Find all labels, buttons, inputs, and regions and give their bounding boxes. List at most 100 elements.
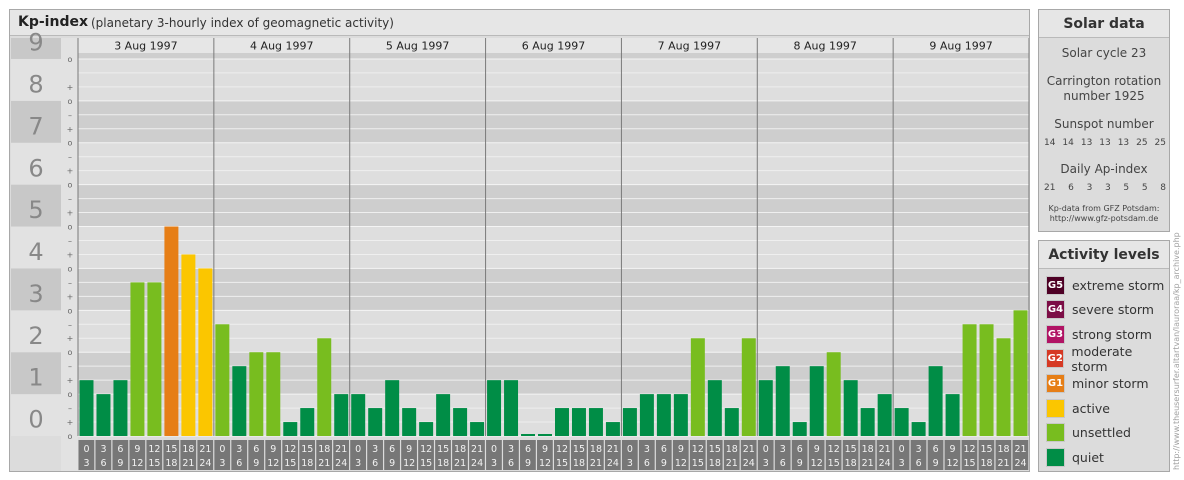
- legend-label: extreme storm: [1072, 277, 1165, 293]
- interval-end-label: 21: [997, 458, 1009, 469]
- third-mark: o: [68, 432, 73, 441]
- legend-swatch: G1: [1046, 373, 1065, 393]
- interval-start-label: 9: [678, 444, 684, 455]
- ap-value: 5: [1123, 183, 1130, 193]
- kp-bar: [130, 282, 145, 436]
- kp-bar: [741, 338, 756, 436]
- interval-end-label: 9: [253, 458, 259, 469]
- interval-end-label: 12: [947, 458, 959, 469]
- interval-end-label: 9: [525, 458, 531, 469]
- kp-bar: [877, 394, 892, 436]
- legend-item-extreme-storm: G5 extreme storm: [1046, 275, 1164, 295]
- sunspot-value: 13: [1099, 138, 1111, 148]
- third-mark: +: [67, 209, 74, 218]
- ap-title: Daily Ap-index: [1060, 162, 1148, 176]
- kp-bar: [809, 366, 824, 436]
- interval-end-label: 6: [508, 458, 514, 469]
- kp-bar: [775, 366, 790, 436]
- sunspot-value: 14: [1044, 138, 1056, 148]
- interval-end-label: 24: [199, 458, 211, 469]
- source-link[interactable]: http://www.gfz-potsdam.de: [1039, 214, 1169, 224]
- third-mark: –: [68, 320, 72, 329]
- interval-start-label: 18: [726, 444, 738, 455]
- activity-levels-panel: Activity levels G5 extreme storm G4 severe …: [1038, 240, 1170, 472]
- kp-bar: [673, 394, 688, 436]
- kp-bar: [639, 394, 654, 436]
- kp-bar: [928, 366, 943, 436]
- interval-end-label: 15: [420, 458, 432, 469]
- kp-bar: [419, 422, 434, 436]
- solar-cycle: Solar cycle 23: [1061, 46, 1147, 60]
- third-mark: o: [68, 390, 73, 399]
- interval-end-label: 24: [879, 458, 891, 469]
- interval-end-label: 12: [131, 458, 143, 469]
- kp-bar: [368, 408, 383, 436]
- interval-start-label: 21: [199, 444, 211, 455]
- interval-start-label: 6: [253, 444, 259, 455]
- interval-start-label: 15: [980, 444, 992, 455]
- legend-item-unsettled: unsettled: [1046, 423, 1131, 443]
- interval-end-label: 18: [845, 458, 857, 469]
- interval-end-label: 12: [267, 458, 279, 469]
- interval-end-label: 21: [590, 458, 602, 469]
- y-level-label: 9: [28, 29, 43, 57]
- kp-bar: [826, 352, 841, 436]
- interval-start-label: 0: [491, 444, 497, 455]
- interval-start-label: 6: [117, 444, 123, 455]
- interval-end-label: 24: [607, 458, 619, 469]
- kp-bar: [588, 408, 603, 436]
- activity-levels-title: Activity levels: [1039, 241, 1169, 269]
- interval-end-label: 9: [797, 458, 803, 469]
- kp-bar: [945, 394, 960, 436]
- interval-start-label: 21: [471, 444, 483, 455]
- interval-end-label: 9: [933, 458, 939, 469]
- interval-end-label: 15: [964, 458, 976, 469]
- kp-bar: [453, 408, 468, 436]
- sunspot-value: 25: [1136, 138, 1148, 148]
- ap-value: 8: [1160, 183, 1166, 193]
- day-label: 6 Aug 1997: [522, 40, 585, 53]
- kp-bar: [538, 434, 552, 436]
- interval-start-label: 18: [997, 444, 1009, 455]
- kp-bar: [707, 380, 722, 436]
- interval-end-label: 21: [862, 458, 874, 469]
- legend-label: moderate storm: [1071, 343, 1133, 374]
- legend-label: severe storm: [1072, 302, 1154, 318]
- kp-bar: [470, 422, 485, 436]
- interval-start-label: 0: [627, 444, 633, 455]
- kp-bar-chart: 0123456789+o+o–+o–+o–+o–+o–+o–+o–+o–o3 A…: [11, 29, 1029, 471]
- interval-start-label: 15: [301, 444, 313, 455]
- interval-start-label: 0: [219, 444, 225, 455]
- kp-bar: [198, 268, 213, 436]
- interval-end-label: 15: [556, 458, 568, 469]
- interval-end-label: 6: [100, 458, 106, 469]
- interval-end-label: 6: [372, 458, 378, 469]
- kp-bar: [215, 324, 230, 436]
- third-mark: +: [67, 292, 74, 301]
- third-mark: –: [68, 236, 72, 245]
- third-mark: o: [68, 306, 73, 315]
- sunspot-values: 14 14 13 13 13 25 25: [1044, 138, 1166, 148]
- third-mark: –: [68, 195, 72, 204]
- interval-end-label: 15: [284, 458, 296, 469]
- legend-label: active: [1072, 400, 1110, 416]
- interval-start-label: 0: [355, 444, 361, 455]
- interval-end-label: 24: [471, 458, 483, 469]
- kp-bar: [436, 394, 451, 436]
- interval-start-label: 15: [573, 444, 585, 455]
- interval-start-label: 3: [100, 444, 106, 455]
- interval-start-label: 21: [335, 444, 347, 455]
- kp-bar: [351, 394, 366, 436]
- interval-end-label: 15: [828, 458, 840, 469]
- sunspot-value: 14: [1062, 138, 1074, 148]
- interval-start-label: 6: [525, 444, 531, 455]
- third-mark: o: [68, 348, 73, 357]
- interval-start-label: 18: [590, 444, 602, 455]
- level-band: [78, 184, 1029, 227]
- kp-bar: [605, 422, 620, 436]
- kp-bar: [164, 226, 179, 436]
- third-mark: o: [68, 223, 73, 232]
- interval-end-label: 9: [661, 458, 667, 469]
- kp-bar: [571, 408, 586, 436]
- day-label: 9 Aug 1997: [929, 40, 992, 53]
